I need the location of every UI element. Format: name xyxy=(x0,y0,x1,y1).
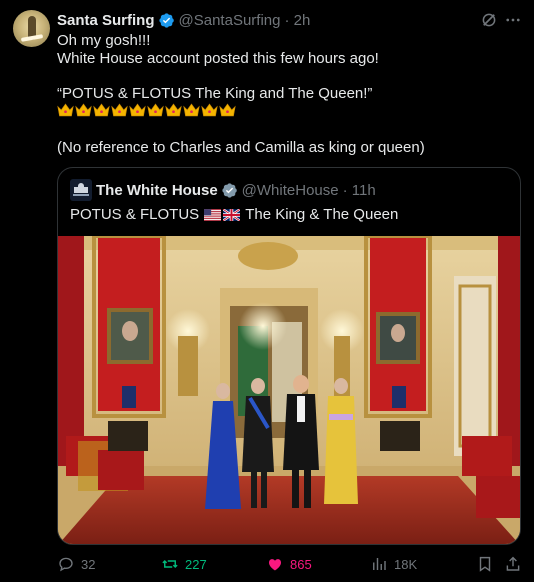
crown-icon xyxy=(219,103,236,117)
bookmark-icon xyxy=(479,556,491,572)
bookmark-button[interactable] xyxy=(476,553,500,575)
author-avatar[interactable] xyxy=(13,10,50,47)
crown-icon xyxy=(93,103,110,117)
crown-icon xyxy=(201,103,218,117)
uk-flag-icon xyxy=(223,209,241,221)
share-icon xyxy=(506,556,520,571)
quoted-tweet-photo[interactable] xyxy=(58,236,520,545)
reply-count: 32 xyxy=(81,556,96,572)
crown-icon xyxy=(57,103,74,117)
views-count: 18K xyxy=(394,556,418,572)
views-button[interactable]: 18K xyxy=(370,553,417,575)
reply-icon xyxy=(59,557,73,572)
like-icon xyxy=(269,559,281,571)
tweet-text-line-1: Oh my gosh!!! xyxy=(57,32,151,49)
quoted-tweet-header: The White House @WhiteHouse · 11h xyxy=(70,179,376,201)
quoted-post-time[interactable]: · 11h xyxy=(343,182,376,199)
tweet[interactable]: Santa Surfing @SantaSurfing · 2h Oh my g… xyxy=(0,0,534,582)
tweet-text-line-4: (No reference to Charles and Camilla as … xyxy=(57,139,425,156)
quoted-author-handle[interactable]: @WhiteHouse xyxy=(242,182,339,199)
repost-button[interactable]: 227 xyxy=(161,553,207,575)
share-button[interactable] xyxy=(504,553,528,575)
quoted-author-avatar[interactable] xyxy=(70,179,92,201)
quoted-text-suffix: The King & The Queen xyxy=(245,206,399,223)
us-flag-icon xyxy=(204,209,222,221)
verified-badge-icon[interactable] xyxy=(158,12,175,29)
like-count: 865 xyxy=(290,556,312,572)
post-time[interactable]: · 2h xyxy=(284,12,310,29)
more-icon[interactable] xyxy=(504,11,522,29)
avatar-caption-bar xyxy=(73,194,89,196)
repost-icon xyxy=(162,559,178,569)
verified-badge-icon[interactable] xyxy=(221,182,238,199)
repost-count: 227 xyxy=(185,556,207,572)
crown-emoji-row xyxy=(57,103,236,117)
reply-button[interactable]: 32 xyxy=(57,553,95,575)
tweet-text-line-3: “POTUS & FLOTUS The King and The Queen!” xyxy=(57,85,373,102)
crown-icon xyxy=(147,103,164,117)
crown-icon xyxy=(111,103,128,117)
grok-icon[interactable] xyxy=(480,11,498,29)
views-icon xyxy=(373,558,386,570)
quoted-tweet[interactable]: The White House @WhiteHouse · 11h POTUS … xyxy=(57,167,521,545)
avatar-building xyxy=(74,187,88,193)
crown-icon xyxy=(183,103,200,117)
quoted-tweet-text: POTUS & FLOTUS The King & The Queen xyxy=(70,205,398,225)
quoted-author-name[interactable]: The White House xyxy=(96,182,218,199)
crown-icon xyxy=(165,103,182,117)
avatar-surfboard xyxy=(20,34,44,42)
author-name[interactable]: Santa Surfing xyxy=(57,12,155,29)
author-handle[interactable]: @SantaSurfing xyxy=(179,12,281,29)
like-button[interactable]: 865 xyxy=(266,553,312,575)
quoted-text-prefix: POTUS & FLOTUS xyxy=(70,206,200,223)
crown-icon xyxy=(129,103,146,117)
tweet-actions: 32 227 865 18K xyxy=(57,553,524,575)
crown-icon xyxy=(75,103,92,117)
tweet-text-line-2: White House account posted this few hour… xyxy=(57,50,379,67)
tweet-header: Santa Surfing @SantaSurfing · 2h xyxy=(57,10,310,30)
